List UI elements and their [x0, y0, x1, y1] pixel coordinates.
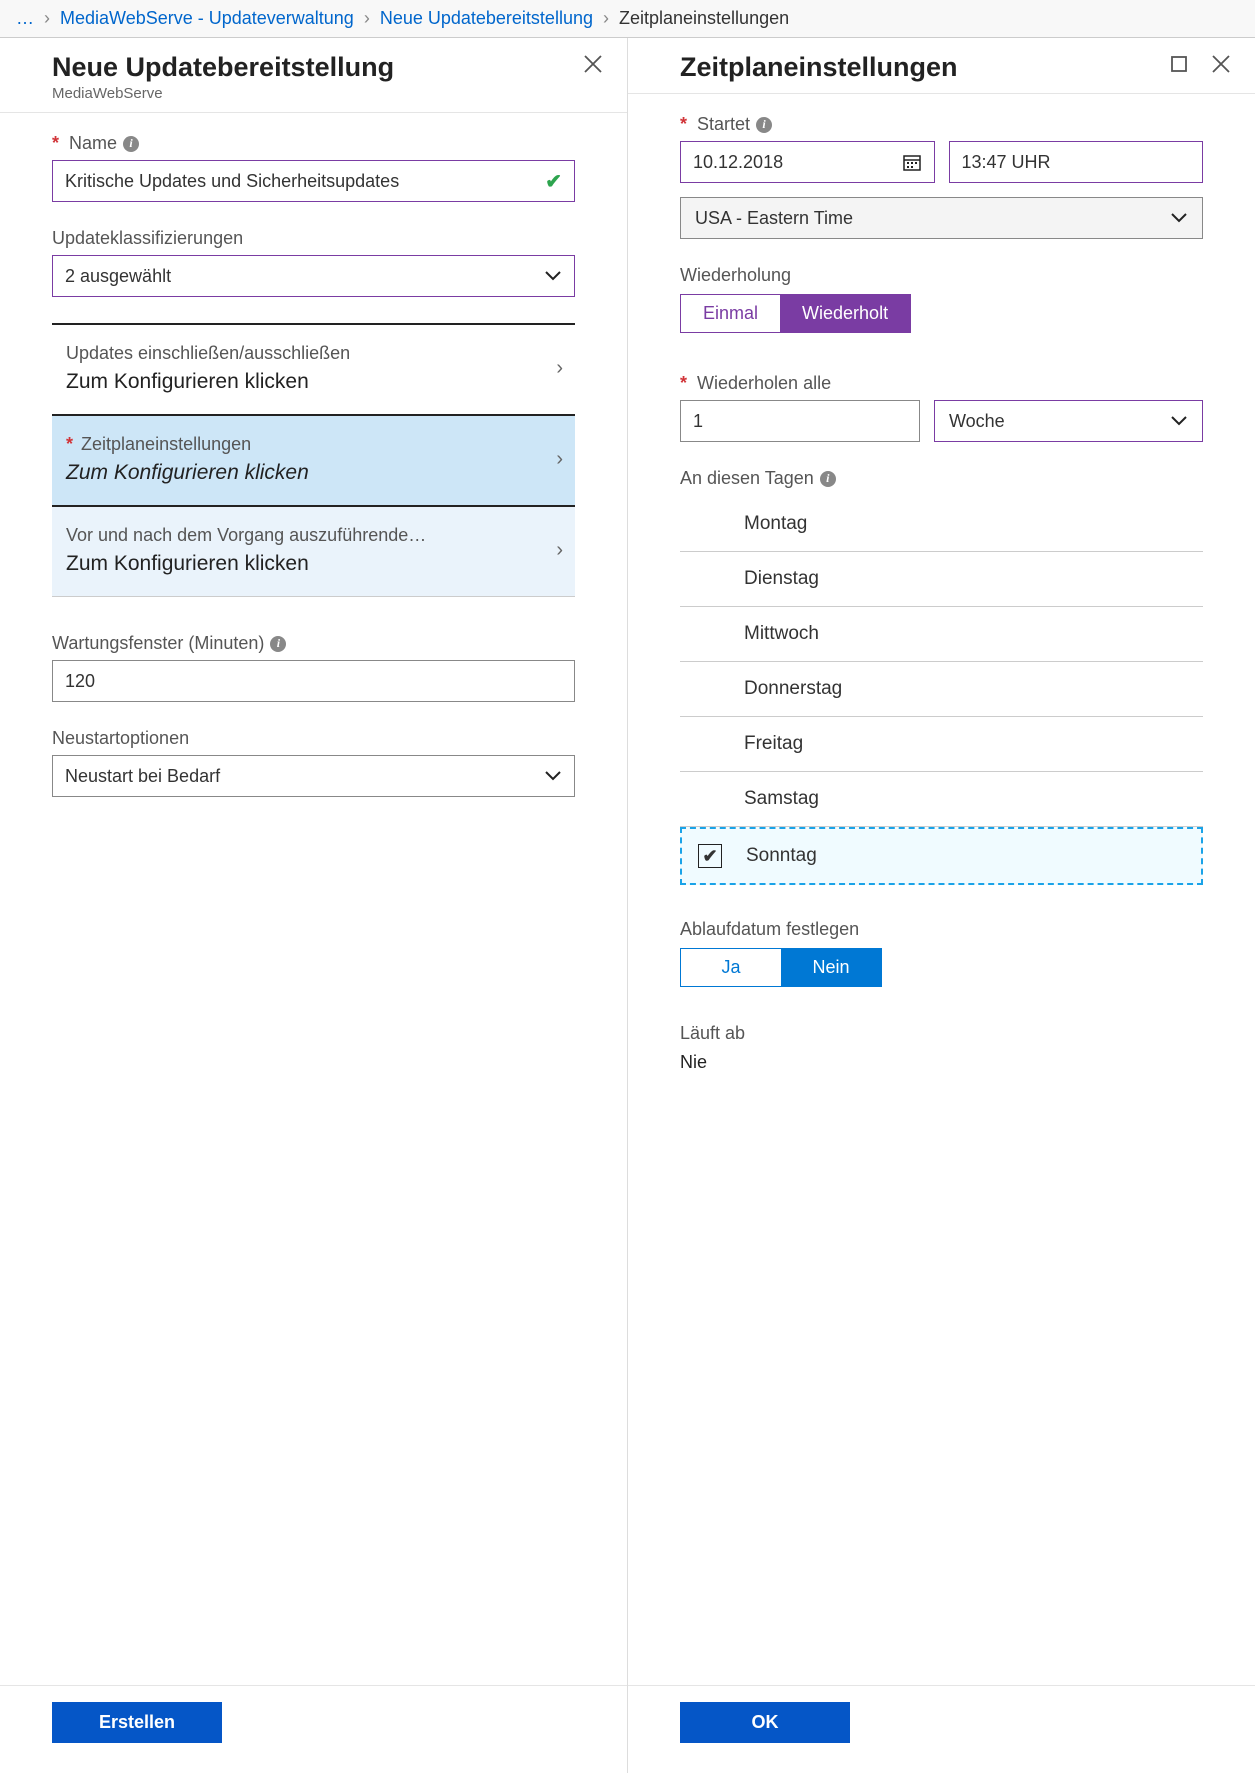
- repeat-unit-value: Woche: [949, 411, 1005, 432]
- close-icon[interactable]: [581, 52, 605, 76]
- maintenance-label: Wartungsfenster (Minuten): [52, 633, 264, 654]
- day-label: Sonntag: [746, 845, 817, 866]
- restart-label: Neustartoptionen: [52, 728, 189, 749]
- day-sunday[interactable]: ✔ Sonntag: [680, 827, 1203, 885]
- chevron-down-icon: [544, 270, 562, 282]
- panel-subtitle: MediaWebServe: [52, 85, 394, 102]
- day-label: Freitag: [744, 733, 803, 754]
- maintenance-input[interactable]: 120: [52, 660, 575, 702]
- nav-list: Updates einschließen/ausschließen Zum Ko…: [52, 323, 575, 597]
- breadcrumb-item-2: Zeitplaneinstellungen: [619, 8, 789, 29]
- start-time-value: 13:47 UHR: [962, 152, 1051, 173]
- set-expiry-label: Ablaufdatum festlegen: [680, 919, 1203, 940]
- chevron-right-icon: ›: [44, 8, 50, 29]
- name-value: Kritische Updates und Sicherheitsupdates: [65, 171, 399, 192]
- chevron-down-icon: [1170, 212, 1188, 224]
- recurrence-label: Wiederholung: [680, 265, 1203, 286]
- expiry-yes[interactable]: Ja: [681, 949, 781, 986]
- recurrence-toggle: Einmal Wiederholt: [680, 294, 911, 333]
- restart-select[interactable]: Neustart bei Bedarf: [52, 755, 575, 797]
- breadcrumb: … › MediaWebServe - Updateverwaltung › N…: [0, 0, 1255, 38]
- nav-subtitle: Zum Konfigurieren klicken: [66, 461, 309, 485]
- classifications-select[interactable]: 2 ausgewählt: [52, 255, 575, 297]
- recurrence-repeat[interactable]: Wiederholt: [780, 295, 910, 332]
- chevron-right-icon: ›: [556, 357, 563, 380]
- panel-deployment: Neue Updatebereitstellung MediaWebServe …: [0, 38, 628, 1773]
- day-label: Dienstag: [744, 568, 819, 589]
- checkbox-checked-icon: ✔: [698, 844, 722, 868]
- repeat-every-label: Wiederholen alle: [697, 373, 831, 394]
- day-wednesday[interactable]: Mittwoch: [680, 607, 1203, 662]
- day-label: Samstag: [744, 788, 819, 809]
- required-asterisk: *: [52, 133, 59, 154]
- start-date-input[interactable]: 10.12.2018: [680, 141, 935, 183]
- check-icon: ✔: [545, 169, 562, 194]
- info-icon[interactable]: i: [270, 636, 286, 652]
- day-saturday[interactable]: Samstag: [680, 772, 1203, 827]
- required-asterisk: *: [66, 434, 73, 455]
- chevron-right-icon: ›: [603, 8, 609, 29]
- breadcrumb-item-1[interactable]: Neue Updatebereitstellung: [380, 8, 593, 29]
- chevron-down-icon: [1170, 415, 1188, 427]
- nav-title: Vor und nach dem Vorgang auszuführende…: [66, 525, 426, 546]
- chevron-right-icon: ›: [556, 539, 563, 562]
- breadcrumb-item-0[interactable]: MediaWebServe - Updateverwaltung: [60, 8, 354, 29]
- panel-title: Zeitplaneinstellungen: [680, 52, 958, 83]
- days-list: Montag Dienstag Mittwoch Donnerstag Frei…: [680, 497, 1203, 885]
- classifications-value: 2 ausgewählt: [65, 266, 171, 287]
- nav-item-schedule[interactable]: * Zeitplaneinstellungen Zum Konfiguriere…: [52, 416, 575, 507]
- day-label: Donnerstag: [744, 678, 842, 699]
- expires-label: Läuft ab: [680, 1023, 1203, 1044]
- panel-title: Neue Updatebereitstellung: [52, 52, 394, 83]
- create-button[interactable]: Erstellen: [52, 1702, 222, 1743]
- required-asterisk: *: [680, 114, 687, 135]
- day-label: Montag: [744, 513, 807, 534]
- chevron-right-icon: ›: [556, 448, 563, 471]
- nav-title: Updates einschließen/ausschließen: [66, 343, 350, 364]
- nav-subtitle: Zum Konfigurieren klicken: [66, 370, 350, 394]
- calendar-icon: [902, 152, 922, 172]
- day-thursday[interactable]: Donnerstag: [680, 662, 1203, 717]
- timezone-select[interactable]: USA - Eastern Time: [680, 197, 1203, 239]
- restart-value: Neustart bei Bedarf: [65, 766, 220, 787]
- panel-schedule: Zeitplaneinstellungen * Startet i: [628, 38, 1255, 1773]
- day-tuesday[interactable]: Dienstag: [680, 552, 1203, 607]
- ok-button[interactable]: OK: [680, 1702, 850, 1743]
- close-icon[interactable]: [1209, 52, 1233, 76]
- info-icon[interactable]: i: [123, 136, 139, 152]
- nav-title: Zeitplaneinstellungen: [81, 434, 251, 455]
- chevron-right-icon: ›: [364, 8, 370, 29]
- starts-label: Startet: [697, 114, 750, 135]
- day-label: Mittwoch: [744, 623, 819, 644]
- nav-item-include-exclude[interactable]: Updates einschließen/ausschließen Zum Ko…: [52, 325, 575, 416]
- expiry-toggle: Ja Nein: [680, 948, 882, 987]
- expiry-no[interactable]: Nein: [781, 949, 881, 986]
- name-label: Name: [69, 133, 117, 154]
- repeat-interval-input[interactable]: 1: [680, 400, 920, 442]
- chevron-down-icon: [544, 770, 562, 782]
- name-input[interactable]: Kritische Updates und Sicherheitsupdates…: [52, 160, 575, 202]
- timezone-value: USA - Eastern Time: [695, 208, 853, 229]
- repeat-interval-value: 1: [693, 411, 703, 432]
- repeat-unit-select[interactable]: Woche: [934, 400, 1203, 442]
- day-friday[interactable]: Freitag: [680, 717, 1203, 772]
- recurrence-once[interactable]: Einmal: [681, 295, 780, 332]
- info-icon[interactable]: i: [756, 117, 772, 133]
- day-monday[interactable]: Montag: [680, 497, 1203, 552]
- info-icon[interactable]: i: [820, 471, 836, 487]
- nav-item-pre-post[interactable]: Vor und nach dem Vorgang auszuführende… …: [52, 507, 575, 597]
- classifications-label: Updateklassifizierungen: [52, 228, 243, 249]
- expires-value: Nie: [680, 1052, 1203, 1073]
- maximize-icon[interactable]: [1167, 52, 1191, 76]
- nav-subtitle: Zum Konfigurieren klicken: [66, 552, 426, 576]
- breadcrumb-ellipsis[interactable]: …: [16, 8, 34, 29]
- start-date-value: 10.12.2018: [693, 152, 783, 173]
- start-time-input[interactable]: 13:47 UHR: [949, 141, 1204, 183]
- maintenance-value: 120: [65, 671, 95, 692]
- days-label: An diesen Tagen: [680, 468, 814, 489]
- required-asterisk: *: [680, 373, 687, 394]
